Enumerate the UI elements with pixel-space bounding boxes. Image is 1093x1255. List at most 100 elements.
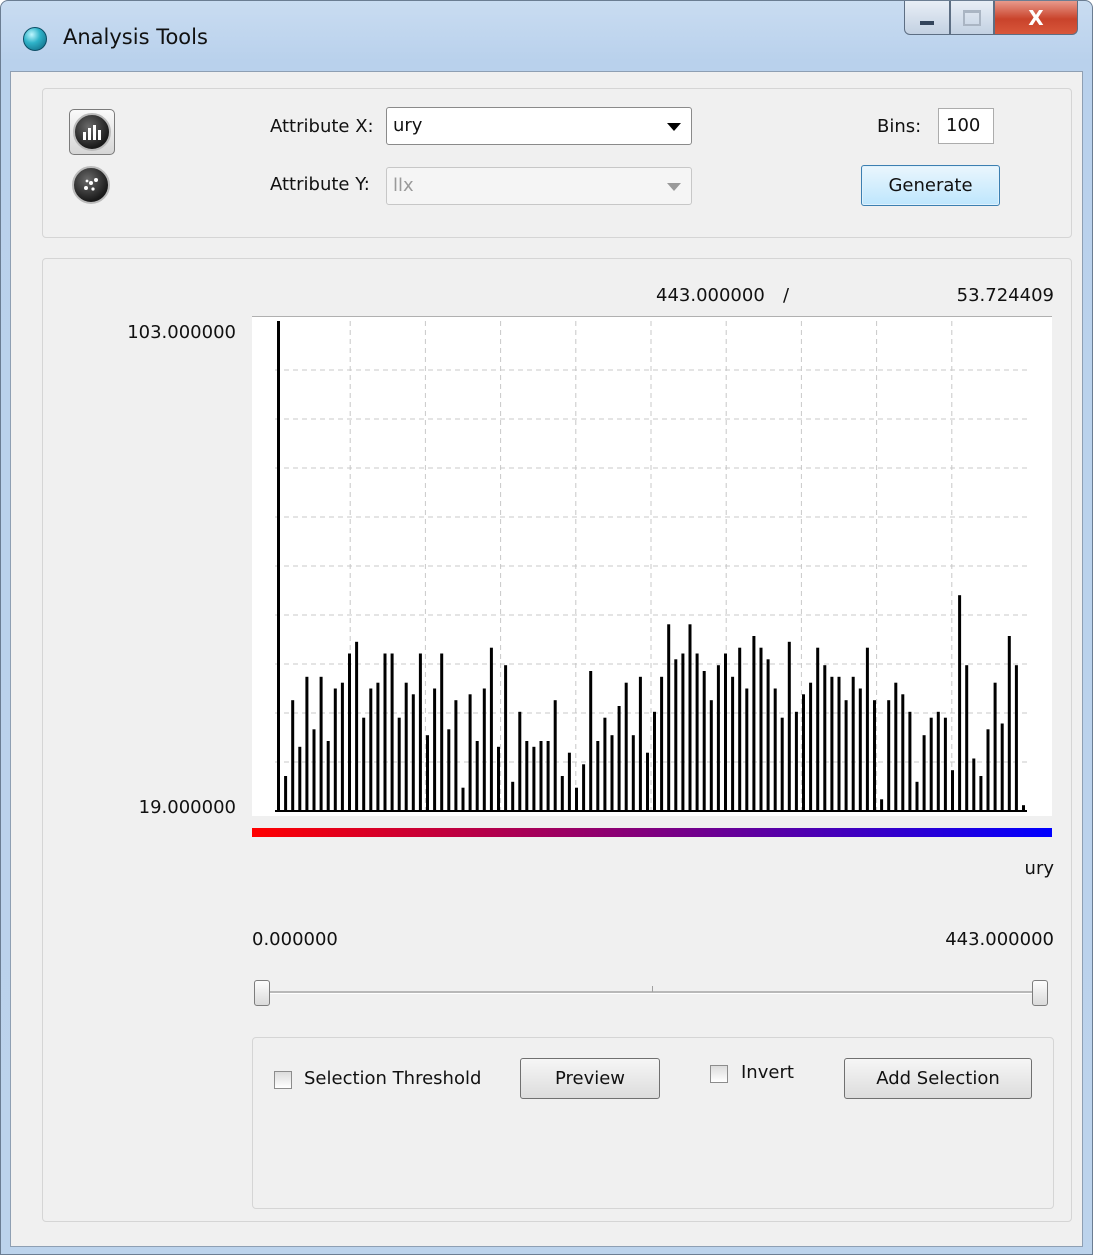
- histogram-bar: [951, 770, 954, 811]
- window-controls: X: [904, 1, 1078, 39]
- histogram-bar: [397, 717, 401, 811]
- histogram-bar: [1007, 636, 1011, 811]
- histogram-bar: [376, 682, 380, 811]
- histogram-bar: [1014, 665, 1018, 811]
- y-axis-min-label: 19.000000: [138, 797, 236, 818]
- attribute-x-value: ury: [393, 115, 423, 136]
- histogram-bar: [362, 717, 366, 811]
- histogram-bar: [844, 700, 848, 811]
- histogram-bar: [390, 653, 394, 811]
- maximize-button[interactable]: [950, 1, 994, 35]
- histogram-bar: [766, 659, 770, 811]
- histogram-bar: [731, 676, 735, 811]
- generate-button[interactable]: Generate: [861, 165, 1000, 206]
- range-slider-min-handle[interactable]: [254, 980, 270, 1006]
- invert-label[interactable]: Invert: [741, 1062, 794, 1083]
- histogram-bar: [603, 717, 607, 811]
- preview-button[interactable]: Preview: [520, 1058, 660, 1099]
- histogram-bar: [426, 735, 429, 811]
- histogram-bar: [348, 653, 351, 811]
- histogram-bar: [539, 741, 543, 811]
- histogram-bar: [511, 781, 515, 811]
- histogram-bar: [759, 647, 763, 811]
- histogram-bar: [411, 694, 415, 811]
- histogram-bar: [830, 676, 834, 811]
- histogram-bar: [646, 752, 649, 811]
- scatter-mode-button[interactable]: [69, 163, 113, 207]
- cursor-y-readout: 53.724409: [956, 285, 1054, 306]
- histogram-bar: [752, 636, 756, 811]
- histogram-bar: [624, 682, 628, 811]
- add-selection-button[interactable]: Add Selection: [844, 1058, 1032, 1099]
- histogram-bar: [745, 688, 749, 811]
- close-button[interactable]: X: [994, 1, 1078, 35]
- histogram-bar: [418, 653, 422, 811]
- minimize-button[interactable]: [904, 1, 950, 35]
- client-area: Attribute X: ury Attribute Y: llx Bins: …: [10, 71, 1083, 1247]
- scatter-icon: [72, 166, 110, 204]
- histogram-bar: [504, 665, 508, 811]
- histogram-bar: [716, 665, 720, 811]
- histogram-bar: [667, 624, 671, 811]
- histogram-bar: [851, 676, 855, 811]
- y-axis-max-label: 103.000000: [127, 322, 236, 343]
- histogram-bar: [610, 735, 614, 811]
- histogram-bar: [986, 729, 990, 811]
- window-title: Analysis Tools: [63, 25, 208, 49]
- histogram-bar: [816, 647, 820, 811]
- histogram-bar: [880, 799, 884, 811]
- title-bar[interactable]: Analysis Tools X: [1, 1, 1092, 71]
- histogram-bar: [333, 688, 337, 811]
- histogram-mode-button[interactable]: [69, 109, 115, 155]
- attribute-x-select[interactable]: ury: [386, 107, 692, 145]
- dropdown-arrow-icon: [667, 123, 681, 131]
- cursor-x-readout: 443.000000: [656, 285, 765, 306]
- minimize-icon: [920, 20, 934, 25]
- readout-separator: /: [783, 285, 790, 306]
- histogram-bar: [553, 700, 557, 811]
- histogram-bar: [915, 781, 919, 811]
- invert-checkbox[interactable]: [710, 1065, 728, 1083]
- histogram-bar: [1000, 723, 1004, 811]
- histogram-bar: [525, 741, 529, 811]
- histogram-plot[interactable]: [252, 316, 1052, 816]
- histogram-bar: [993, 682, 997, 811]
- histogram-bar: [908, 711, 912, 811]
- color-ramp-bar: [252, 828, 1052, 837]
- histogram-bar: [291, 700, 295, 811]
- histogram-bar: [965, 665, 969, 811]
- selection-threshold-checkbox[interactable]: [274, 1071, 292, 1089]
- histogram-bar: [631, 735, 635, 811]
- histogram-bar: [298, 746, 302, 811]
- selection-threshold-label[interactable]: Selection Threshold: [304, 1068, 481, 1089]
- histogram-bar: [787, 641, 791, 811]
- histogram-bar: [326, 741, 330, 811]
- histogram-bar: [901, 694, 905, 811]
- histogram-bar: [794, 711, 798, 811]
- histogram-bar: [773, 688, 777, 811]
- histogram-bar: [447, 729, 451, 811]
- attribute-x-label: Attribute X:: [270, 116, 374, 137]
- attribute-y-label: Attribute Y:: [270, 174, 370, 195]
- range-max-value: 443.000000: [945, 929, 1054, 950]
- range-slider-tick: [652, 986, 653, 992]
- histogram-bar: [653, 711, 656, 811]
- histogram-bar: [433, 688, 437, 811]
- histogram-bar: [383, 653, 387, 811]
- dropdown-arrow-icon: [667, 183, 681, 191]
- attribute-y-select: llx: [386, 167, 692, 205]
- histogram-bar: [688, 624, 692, 811]
- histogram-bar: [319, 676, 323, 811]
- histogram-bar: [369, 688, 373, 811]
- histogram-bar: [972, 758, 976, 811]
- bins-input[interactable]: 100: [938, 108, 994, 144]
- histogram-bar: [454, 700, 458, 811]
- histogram-bar: [724, 653, 727, 811]
- histogram-bar: [532, 746, 536, 811]
- histogram-bar: [873, 700, 876, 811]
- histogram-bar: [497, 746, 500, 811]
- histogram-bar: [943, 717, 947, 811]
- range-slider-max-handle[interactable]: [1032, 980, 1048, 1006]
- histogram-icon: [73, 113, 111, 151]
- histogram-bar: [929, 717, 933, 811]
